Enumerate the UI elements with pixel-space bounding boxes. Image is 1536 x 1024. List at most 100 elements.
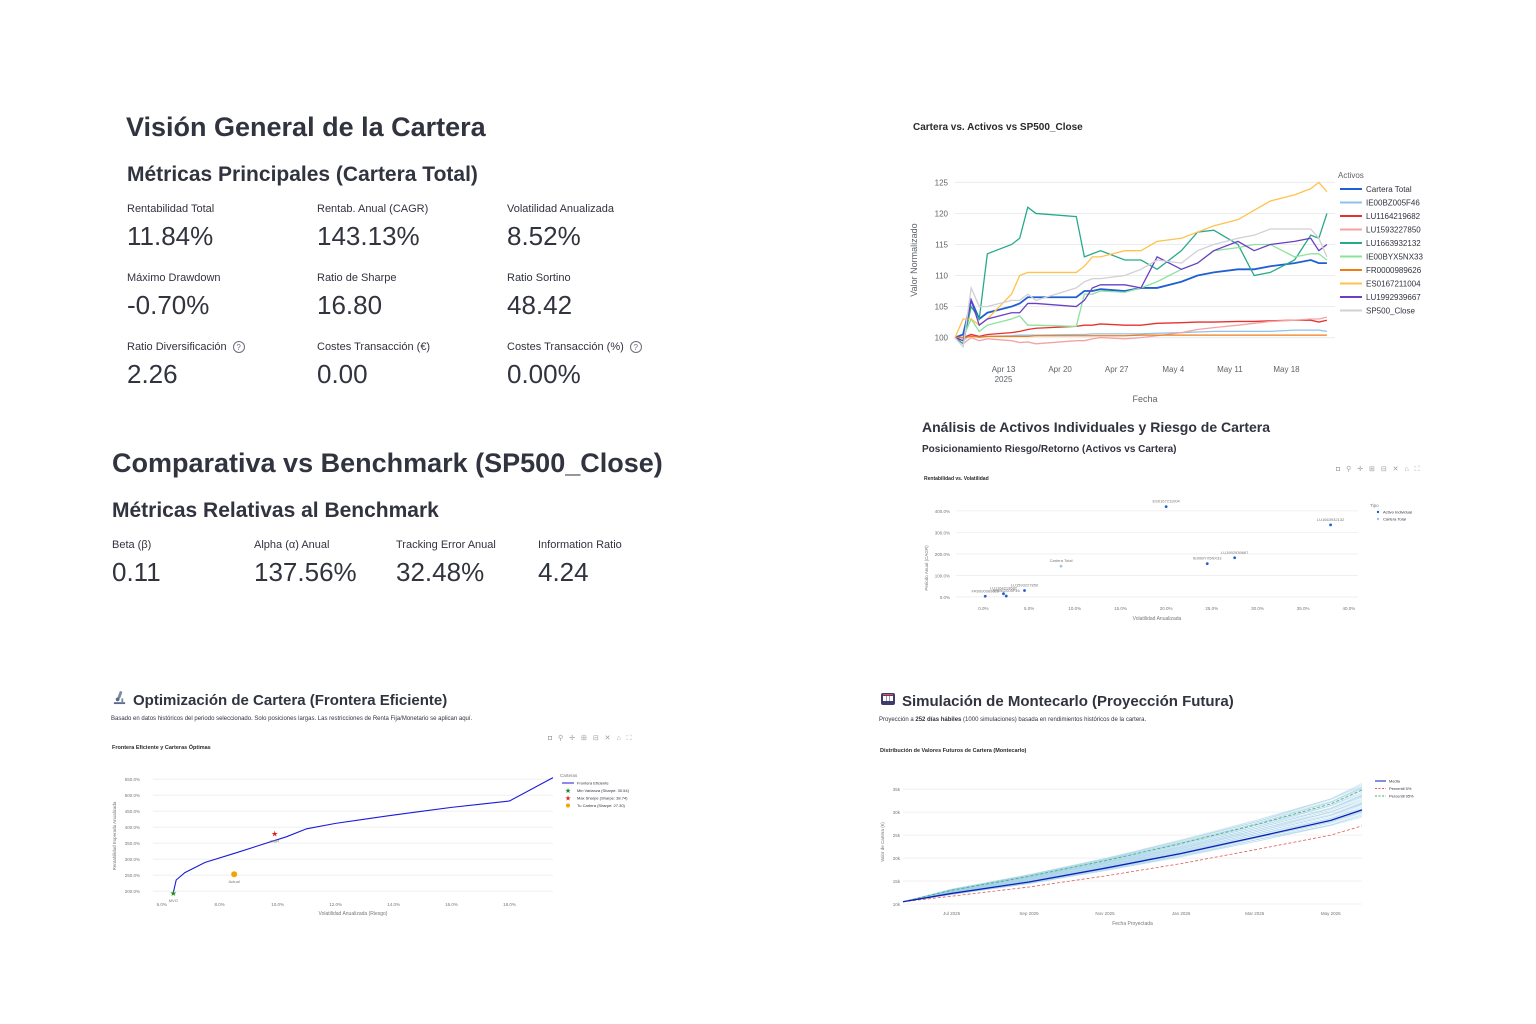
star-marker: ★ bbox=[271, 829, 278, 838]
x-tick-label: Apr 27 bbox=[1105, 365, 1129, 374]
y-tick-label: 200.0% bbox=[935, 552, 950, 557]
legend-item: FR0000989626 bbox=[1366, 266, 1422, 275]
metric-label-text: Rentabilidad Total bbox=[127, 203, 215, 215]
y-axis-label: Valor Normalizado bbox=[909, 223, 919, 296]
metric-value: 2.26 bbox=[127, 359, 178, 389]
frontier-caption: Basado en datos históricos del periodo s… bbox=[111, 716, 473, 722]
y-tick-label: 500.0% bbox=[125, 793, 140, 798]
question-circle-icon[interactable]: ? bbox=[232, 341, 245, 353]
metric-label-text: Information Ratio bbox=[538, 539, 622, 551]
x-axis-label: Fecha bbox=[1132, 394, 1157, 404]
simulation-path bbox=[902, 783, 1363, 902]
scatter-point-label: ES0167211004 bbox=[1152, 499, 1180, 504]
x-tick-label: 35.0% bbox=[1297, 606, 1310, 611]
y-tick-label: 105 bbox=[935, 303, 949, 312]
question-circle-icon[interactable]: ? bbox=[629, 341, 642, 353]
line-chart-title: Cartera vs. Activos vs SP500_Close bbox=[913, 122, 1083, 133]
x-tick-label: 40.0% bbox=[1342, 606, 1355, 611]
metric-label: Beta (β) bbox=[112, 539, 161, 551]
legend-item: Frontera Eficiente bbox=[577, 781, 609, 786]
metric-label-text: Volatilidad Anualizada bbox=[507, 203, 615, 215]
x-tick-label: 25.0% bbox=[1205, 606, 1218, 611]
legend-item: Max Sharpe (Sharpe: 38.74) bbox=[577, 796, 628, 801]
legend-item: Activo Individual bbox=[1383, 510, 1412, 515]
metric-value: 143.13% bbox=[317, 221, 420, 251]
y-tick-label: 450.0% bbox=[125, 809, 140, 814]
metric-value: 0.00% bbox=[507, 359, 581, 389]
legend-item: LU1593227850 bbox=[1366, 226, 1421, 235]
x-tick-label: 10.0% bbox=[1068, 606, 1081, 611]
scatter-chart-title: Rentabilidad vs. Volatilidad bbox=[924, 476, 989, 482]
metric-label: Ratio Diversificación? bbox=[127, 341, 245, 353]
metric-label: Rentab. Anual (CAGR) bbox=[317, 203, 428, 215]
x-tick-label: May 2026 bbox=[1321, 911, 1341, 916]
metric-label: Tracking Error Anual bbox=[396, 539, 496, 551]
metric-label-text: Máximo Drawdown bbox=[127, 272, 221, 284]
legend-item: LU1164219682 bbox=[1366, 212, 1421, 221]
scatter-point-label: IE00BZ005F46 bbox=[993, 588, 1021, 593]
metric-card: Rentabilidad Total 11.84% bbox=[127, 203, 214, 252]
legend-item: LU1992939667 bbox=[1366, 293, 1421, 302]
series-line bbox=[954, 316, 1328, 345]
y-tick-label: 110 bbox=[935, 272, 948, 281]
metric-label: Alpha (α) Anual bbox=[254, 539, 357, 551]
legend-title: Activos bbox=[1338, 171, 1364, 180]
x-tick-label: Mar 2026 bbox=[1245, 911, 1265, 916]
y-tick-label: 250.0% bbox=[125, 873, 140, 878]
montecarlo-chart-title: Distribución de Valores Futuros de Carte… bbox=[880, 748, 1027, 754]
legend-swatch bbox=[1376, 510, 1380, 514]
line-chart[interactable]: 100 105 110 115 120 125 Apr 13 Apr 20 Apr 27 May … bbox=[900, 160, 1440, 410]
montecarlo-caption: Proyección a 252 días hábiles (1000 simu… bbox=[879, 717, 1147, 723]
metric-value: 11.84% bbox=[127, 221, 214, 251]
metric-label-text: Ratio Sortino bbox=[507, 272, 571, 284]
y-tick-label: 100.0% bbox=[935, 573, 950, 578]
simulation-path bbox=[902, 785, 1363, 902]
metric-label: Costes Transacción (%)? bbox=[507, 341, 642, 353]
y-axis-label: Rentabilidad Esperada Anualizada bbox=[112, 801, 117, 870]
y-tick-label: 25k bbox=[893, 833, 901, 838]
montecarlo-header: Simulación de Montecarlo (Proyección Fut… bbox=[880, 692, 1234, 711]
metric-value: 16.80 bbox=[317, 290, 383, 320]
simulation-path bbox=[902, 789, 1363, 902]
metric-label-text: Alpha (α) Anual bbox=[254, 539, 330, 551]
x-tick-label: 14.0% bbox=[387, 902, 400, 907]
simulation-path bbox=[902, 787, 1363, 902]
legend-item: Media bbox=[1389, 779, 1401, 784]
y-tick-label: 300.0% bbox=[125, 857, 140, 862]
metric-label: Ratio Sortino bbox=[507, 272, 572, 284]
y-tick-label: 300.0% bbox=[935, 530, 950, 535]
x-tick-label: Nov 2025 bbox=[1095, 911, 1115, 916]
scatter-point bbox=[1023, 589, 1026, 592]
overview-subtitle: Métricas Principales (Cartera Total) bbox=[127, 163, 478, 186]
scatter-point bbox=[1329, 523, 1332, 527]
metric-label-text: Ratio de Sharpe bbox=[317, 272, 397, 284]
legend-item: SP500_Close bbox=[1366, 307, 1415, 316]
x-tick-label: 10.0% bbox=[271, 902, 284, 907]
frontier-toolbar[interactable]: ◘ ⚲ ✛ ⊞ ⊟ ✕ ⌂ ⛶ bbox=[548, 734, 634, 743]
scatter-chart[interactable]: 0.0% 100.0% 200.0% 300.0% 400.0% 0.0% 5.0% 10.0… bbox=[918, 490, 1428, 625]
metric-label: Costes Transacción (€) bbox=[317, 341, 430, 353]
y-tick-label: 0.0% bbox=[940, 595, 950, 600]
y-tick-label: 200.0% bbox=[125, 889, 140, 894]
x-tick-label: 16.0% bbox=[445, 902, 458, 907]
metric-card: Tracking Error Anual 32.48% bbox=[396, 539, 496, 588]
scatter-point bbox=[1164, 505, 1168, 509]
metric-value: -0.70% bbox=[127, 290, 210, 320]
x-tick-label: Jan 2026 bbox=[1172, 911, 1191, 916]
frontier-chart[interactable]: 200.0% 250.0% 300.0% 350.0% 400.0% 450.0% 500.… bbox=[108, 768, 640, 923]
y-tick-label: 10k bbox=[893, 902, 901, 907]
scatter-toolbar[interactable]: ◘ ⚲ ✛ ⊞ ⊟ ✕ ⌂ ⛶ bbox=[1336, 465, 1422, 474]
y-axis-label: Valor de Cartera (€) bbox=[880, 822, 885, 862]
montecarlo-chart[interactable]: 10k 15k 20k 25k 30k 35k Jul 2025 Sep 2025 Nov 20… bbox=[870, 772, 1430, 932]
metric-label: Rentabilidad Total bbox=[127, 203, 214, 215]
metric-value: 137.56% bbox=[254, 557, 357, 587]
analysis-subtitle: Posicionamiento Riesgo/Retorno (Activos … bbox=[922, 444, 1177, 455]
y-tick-label: 20k bbox=[893, 856, 901, 861]
legend-item: Cartera Total bbox=[1383, 517, 1406, 522]
simulation-path bbox=[902, 788, 1363, 902]
scatter-point-label: LU1663932132 bbox=[1317, 517, 1345, 522]
overview-title: Visión General de la Cartera bbox=[126, 112, 486, 142]
y-tick-label: 125 bbox=[935, 178, 949, 187]
metric-value: 4.24 bbox=[538, 557, 589, 587]
x-tick-label: 30.0% bbox=[1251, 606, 1264, 611]
